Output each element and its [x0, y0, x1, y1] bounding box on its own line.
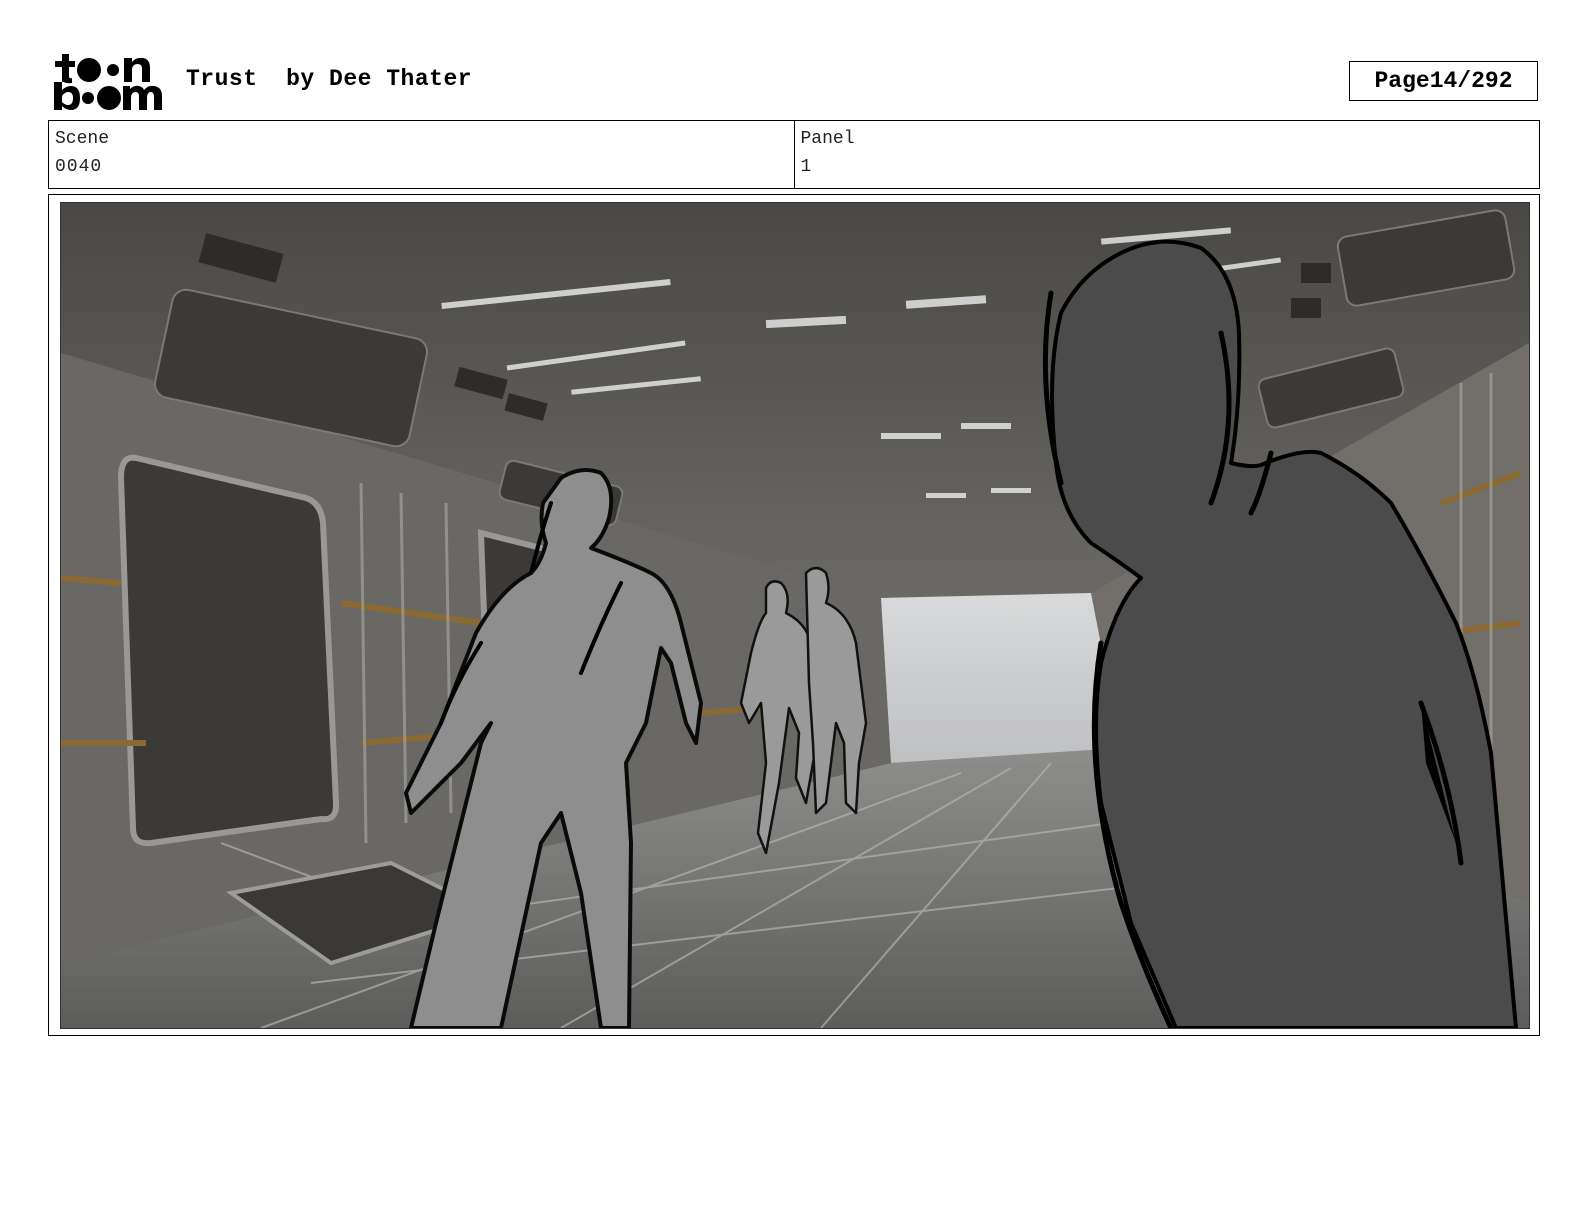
storyboard-panel-image — [60, 202, 1530, 1029]
title-text: Trust — [186, 66, 258, 92]
scene-panel-info: Scene 0040 Panel 1 — [48, 120, 1540, 189]
page-number: 14/292 — [1429, 68, 1513, 94]
toon-boom-logo — [52, 52, 164, 112]
page-indicator: Page 14/292 — [1349, 61, 1538, 101]
scene-cell: Scene 0040 — [49, 121, 794, 188]
scene-value: 0040 — [55, 157, 103, 177]
scene-label: Scene — [55, 129, 110, 149]
author-text: by Dee Thater — [286, 66, 473, 92]
panel-cell: Panel 1 — [793, 121, 1540, 188]
document-title: Trust by Dee Thater — [186, 66, 472, 92]
panel-value: 1 — [800, 157, 813, 177]
panel-label: Panel — [800, 129, 855, 149]
page-label: Page — [1374, 68, 1430, 94]
